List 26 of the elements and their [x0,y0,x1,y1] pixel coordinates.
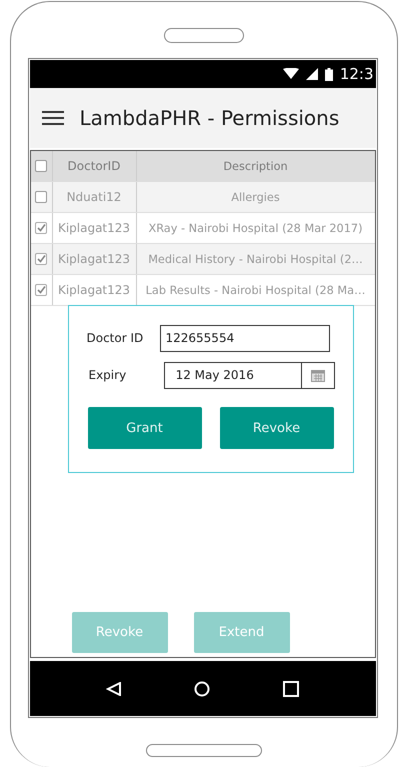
table-cell-text: Allergies [230,190,281,206]
app-title: LambdaPHR - Permissions [80,106,340,130]
recents-icon[interactable] [283,680,300,696]
table-cell-text: Lab Results - Nairobi Hospital (28 Ma… [144,282,366,298]
battery-icon [324,68,333,80]
home-icon[interactable] [194,680,210,696]
table-cell: Kiplagat123 [52,244,136,274]
status-time: 12:3 [340,65,374,83]
column-header: Description [222,158,289,174]
table-cell-text: Medical History - Nairobi Hospital (2… [147,252,364,268]
table-cell: Kiplagat123 [52,213,136,243]
field-label: Expiry [88,368,128,382]
field-label: Doctor ID [86,331,144,345]
wifi-icon [282,68,299,80]
table-cell-text: XRay - Nairobi Hospital (28 Mar 2017) [147,220,364,236]
calendar-icon[interactable] [310,368,324,382]
menu-icon[interactable] [42,110,64,126]
grant-button[interactable]: Grant [88,407,202,449]
expiry-date-field[interactable]: 12 May 2016 [164,362,334,388]
doctor-id-field[interactable]: 122655554 [160,324,330,352]
table-cell: Nduati12 [52,182,136,212]
column-header: DoctorID [52,151,136,181]
back-icon[interactable] [106,682,122,696]
signal-icon [306,68,318,80]
home-button[interactable] [146,744,262,757]
revoke-button[interactable]: Revoke [220,407,334,449]
